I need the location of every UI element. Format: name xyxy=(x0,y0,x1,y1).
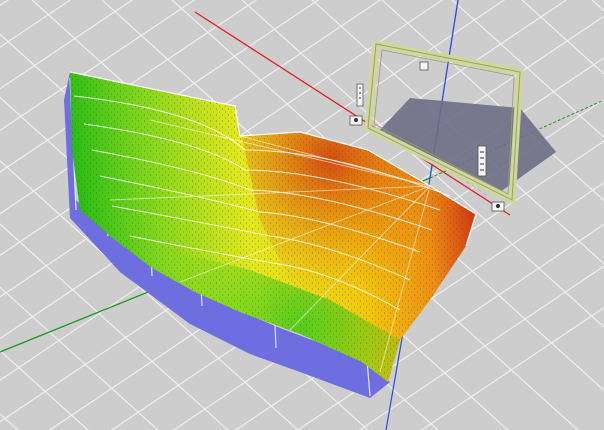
speaker-icon[interactable] xyxy=(491,201,505,212)
3d-viewport[interactable] xyxy=(0,0,604,430)
scene-canvas[interactable] xyxy=(0,0,604,430)
speaker-icon[interactable] xyxy=(477,145,487,177)
speaker-icon[interactable] xyxy=(419,61,429,71)
speaker-icon[interactable] xyxy=(356,83,364,107)
speaker-icon[interactable] xyxy=(349,115,363,126)
